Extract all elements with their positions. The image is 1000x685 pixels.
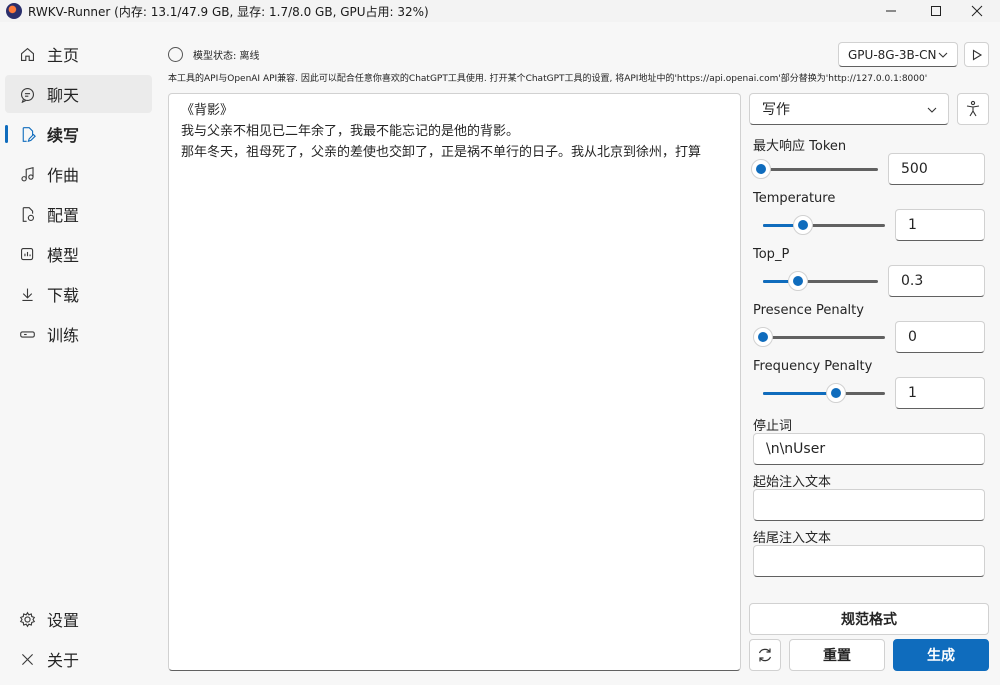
sidebar-item-label: 下载 [47, 286, 80, 305]
top-p-slider[interactable] [763, 271, 878, 291]
app-logo-icon [6, 3, 22, 19]
train-icon [17, 324, 37, 344]
format-button[interactable]: 规范格式 [749, 603, 989, 635]
preset-mode-select[interactable]: 写作 [749, 93, 949, 125]
sidebar-item-label: 主页 [47, 46, 80, 65]
chat-icon [17, 84, 37, 104]
param-label-presence-penalty: Presence Penalty [753, 303, 864, 318]
status-text: 模型状态: 离线 [193, 50, 260, 62]
sidebar: 主页 聊天 续写 作曲 配置 模型 下载 训练 设置 关于 [0, 33, 160, 685]
injection-end-label: 结尾注入文本 [753, 531, 832, 546]
download-icon [17, 284, 37, 304]
model-config-value: GPU-8G-3B-CN [848, 47, 937, 62]
param-label-temperature: Temperature [753, 191, 836, 206]
sidebar-item-settings[interactable]: 设置 [5, 600, 152, 638]
run-model-button[interactable] [964, 42, 989, 67]
slider-thumb[interactable] [788, 271, 808, 291]
slider-thumb[interactable] [753, 327, 773, 347]
param-label-top-p: Top_P [753, 247, 790, 262]
chevron-down-icon [927, 107, 937, 113]
sidebar-item-label: 训练 [47, 326, 80, 345]
api-notice: 本工具的API与OpenAI API兼容. 因此可以配合任意你喜欢的ChatGP… [168, 74, 928, 84]
chevron-down-icon [938, 52, 948, 58]
stop-words-label: 停止词 [753, 419, 793, 434]
sidebar-item-label: 模型 [47, 246, 80, 265]
frequency-penalty-slider[interactable] [763, 383, 885, 403]
document-edit-icon [17, 124, 37, 144]
accessibility-icon [966, 100, 980, 117]
stop-words-input[interactable]: \n\nUser [753, 433, 985, 465]
sidebar-item-configs[interactable]: 配置 [5, 195, 152, 233]
sidebar-item-label: 关于 [47, 651, 80, 670]
window-title: RWKV-Runner (内存: 13.1/47.9 GB, 显存: 1.7/8… [28, 4, 429, 19]
minimize-icon [886, 10, 896, 12]
maximize-button[interactable] [913, 0, 959, 22]
param-label-frequency-penalty: Frequency Penalty [753, 359, 873, 374]
sidebar-item-composition[interactable]: 作曲 [5, 155, 152, 193]
accessibility-preset-button[interactable] [957, 93, 989, 125]
play-icon [972, 49, 982, 60]
minimize-button[interactable] [868, 0, 914, 22]
injection-start-input[interactable] [753, 489, 985, 521]
top-p-input[interactable]: 0.3 [888, 265, 985, 297]
max-tokens-slider[interactable] [751, 159, 878, 179]
model-status: 模型状态: 离线 [168, 44, 260, 64]
temperature-input[interactable]: 1 [895, 209, 985, 241]
sidebar-item-label: 聊天 [47, 86, 80, 105]
sidebar-item-label: 配置 [47, 206, 80, 225]
status-indicator-icon [168, 46, 183, 62]
sidebar-item-models[interactable]: 模型 [5, 235, 152, 273]
sidebar-item-home[interactable]: 主页 [5, 35, 152, 73]
slider-thumb[interactable] [751, 159, 771, 179]
preset-mode-value: 写作 [762, 102, 790, 118]
completion-textarea[interactable]: 《背影》 我与父亲不相见已二年余了，我最不能忘记的是他的背影。 那年冬天，祖母死… [168, 93, 741, 671]
close-icon [971, 5, 983, 17]
temperature-slider[interactable] [763, 215, 885, 235]
sidebar-item-train[interactable]: 训练 [5, 315, 152, 353]
sidebar-item-label: 设置 [47, 611, 80, 630]
param-label-max-tokens: 最大响应 Token [753, 139, 847, 154]
regenerate-button[interactable] [749, 639, 781, 671]
sidebar-item-label: 作曲 [47, 166, 80, 185]
gear-icon [17, 609, 37, 629]
title-bar: RWKV-Runner (内存: 13.1/47.9 GB, 显存: 1.7/8… [0, 0, 1000, 22]
sidebar-item-chat[interactable]: 聊天 [5, 75, 152, 113]
model-config-select[interactable]: GPU-8G-3B-CN [838, 42, 958, 67]
slider-thumb[interactable] [826, 383, 846, 403]
sidebar-item-downloads[interactable]: 下载 [5, 275, 152, 313]
sidebar-item-label: 续写 [47, 126, 80, 145]
presence-penalty-slider[interactable] [753, 327, 885, 347]
reset-button[interactable]: 重置 [789, 639, 885, 671]
slider-thumb[interactable] [793, 215, 813, 235]
maximize-icon [931, 6, 941, 16]
sidebar-item-completion[interactable]: 续写 [5, 115, 152, 153]
presence-penalty-input[interactable]: 0 [895, 321, 985, 353]
injection-start-label: 起始注入文本 [753, 475, 832, 490]
frequency-penalty-input[interactable]: 1 [895, 377, 985, 409]
max-tokens-input[interactable]: 500 [888, 153, 985, 185]
generate-button[interactable]: 生成 [893, 639, 989, 671]
document-settings-icon [17, 204, 37, 224]
injection-end-input[interactable] [753, 545, 985, 577]
refresh-icon [758, 648, 772, 662]
home-icon [17, 44, 37, 64]
model-data-icon [17, 244, 37, 264]
info-icon [17, 649, 37, 669]
music-note-icon [17, 164, 37, 184]
sidebar-item-about[interactable]: 关于 [5, 640, 152, 678]
close-button[interactable] [954, 0, 1000, 22]
